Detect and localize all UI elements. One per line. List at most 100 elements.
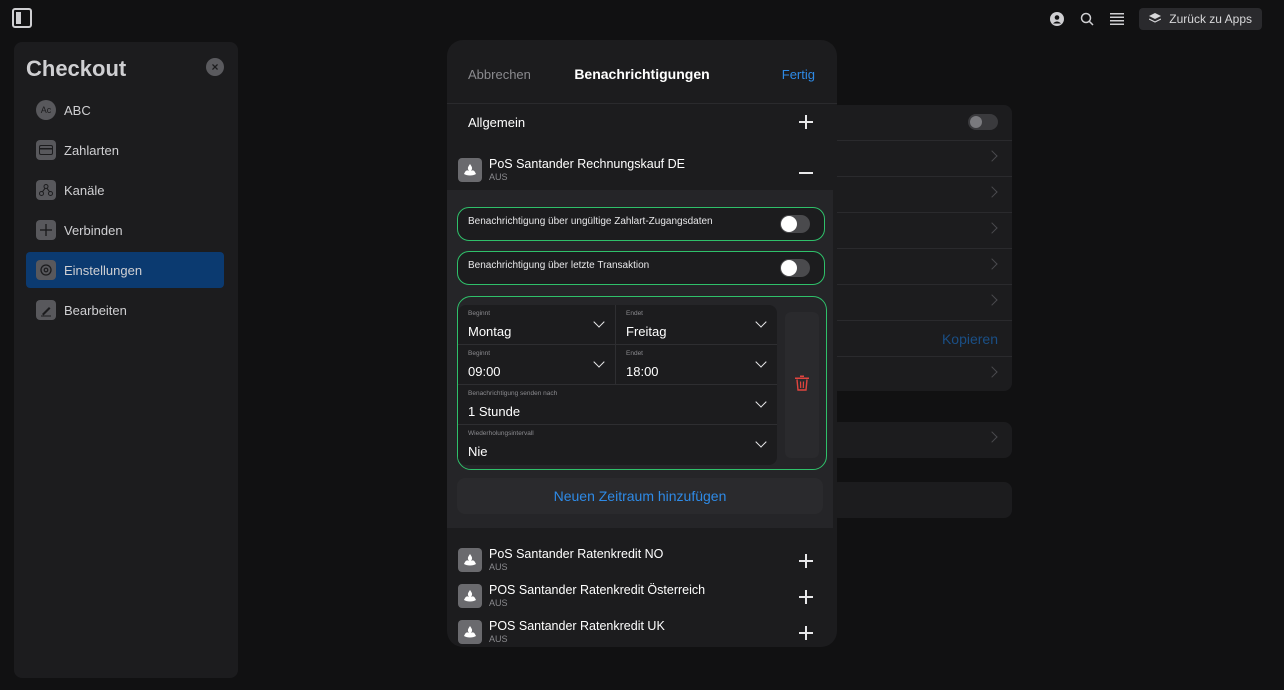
copy-link[interactable]: Kopieren: [942, 331, 998, 347]
sidebar-item-label: Einstellungen: [64, 262, 143, 278]
notification-toggle[interactable]: [780, 215, 810, 233]
notification-label: Benachrichtigung über ungültige Zahlart-…: [468, 216, 713, 227]
payment-method-row[interactable]: POS Santander Ratenkredit UK AUS: [447, 614, 837, 647]
user-icon[interactable]: [1049, 11, 1065, 27]
apps-icon: [1149, 12, 1162, 26]
chevron-right-icon: [986, 222, 998, 234]
delete-period-button[interactable]: [785, 312, 819, 458]
chevron-down-icon: [593, 316, 605, 328]
send-after-select[interactable]: Benachrichtigung senden nach 1 Stunde: [458, 385, 777, 425]
close-icon[interactable]: ×: [206, 58, 224, 76]
chevron-right-icon: [986, 431, 998, 443]
sidebar-item-einstellungen[interactable]: Einstellungen: [26, 252, 224, 288]
sidebar-item-label: Bearbeiten: [64, 302, 127, 318]
end-day-select[interactable]: Endet Freitag: [616, 305, 777, 345]
chevron-right-icon: [986, 258, 998, 270]
field-value: Freitag: [626, 324, 667, 339]
ac-icon: Ac: [36, 100, 56, 120]
schedule-grid: Beginnt Montag Endet Freitag Beginnt 09:…: [458, 305, 777, 465]
sidebar-item-abc[interactable]: Ac ABC: [26, 92, 224, 128]
field-caption: Endet: [626, 350, 643, 357]
payment-method-status: AUS: [489, 172, 508, 182]
edit-icon: [36, 300, 56, 320]
notification-invalid-credentials: Benachrichtigung über ungültige Zahlart-…: [457, 207, 825, 241]
notifications-modal: Abbrechen Benachrichtigungen Fertig Allg…: [447, 40, 837, 647]
plus-icon[interactable]: [799, 626, 813, 640]
sidebar-item-kanaele[interactable]: Kanäle: [26, 172, 224, 208]
end-time-select[interactable]: Endet 18:00: [616, 345, 777, 385]
settings-row[interactable]: [830, 249, 1012, 285]
settings-row[interactable]: [830, 177, 1012, 213]
repeat-interval-select[interactable]: Wiederholungsintervall Nie: [458, 425, 777, 465]
sidebar-toggle-icon[interactable]: [12, 8, 32, 28]
sidebar-title: Checkout: [26, 56, 127, 81]
field-value: 1 Stunde: [468, 404, 521, 419]
notification-last-transaction: Benachrichtigung über letzte Transaktion: [457, 251, 825, 285]
field-value: 09:00: [468, 364, 501, 379]
payment-method-name: POS Santander Ratenkredit Österreich: [489, 583, 706, 597]
minus-icon[interactable]: [799, 172, 813, 174]
chevron-right-icon: [986, 150, 998, 162]
settings-panel: [830, 482, 1012, 518]
settings-row[interactable]: [830, 422, 1012, 458]
sidebar: Checkout × Ac ABC Zahlarten Kanäle Verbi…: [14, 42, 238, 678]
sidebar-item-bearbeiten[interactable]: Bearbeiten: [26, 292, 224, 328]
chevron-down-icon: [755, 316, 767, 328]
payment-method-name: PoS Santander Ratenkredit NO: [489, 547, 664, 561]
notification-toggle[interactable]: [780, 259, 810, 277]
search-icon[interactable]: [1079, 11, 1095, 27]
santander-logo-icon: [458, 620, 482, 644]
start-time-select[interactable]: Beginnt 09:00: [458, 345, 616, 385]
payment-method-status: AUS: [489, 598, 508, 608]
payment-method-row[interactable]: PoS Santander Ratenkredit NO AUS: [447, 542, 837, 578]
santander-logo-icon: [458, 584, 482, 608]
sidebar-item-label: Zahlarten: [64, 142, 119, 158]
modal-title: Benachrichtigungen: [574, 66, 710, 82]
field-caption: Endet: [626, 310, 643, 317]
payment-method-name: PoS Santander Rechnungskauf DE: [489, 157, 685, 171]
field-value: 18:00: [626, 364, 659, 379]
expanded-section: Benachrichtigung über ungültige Zahlart-…: [447, 190, 833, 528]
settings-row[interactable]: [830, 285, 1012, 321]
payment-method-status: AUS: [489, 562, 508, 572]
settings-toggle[interactable]: [968, 114, 998, 130]
trash-icon: [795, 375, 809, 396]
sidebar-item-label: Kanäle: [64, 182, 105, 198]
done-button[interactable]: Fertig: [782, 67, 815, 82]
card-icon: [36, 140, 56, 160]
plus-icon[interactable]: [799, 554, 813, 568]
chevron-right-icon: [986, 294, 998, 306]
field-value: Montag: [468, 324, 512, 339]
add-period-button[interactable]: Neuen Zeitraum hinzufügen: [457, 478, 823, 514]
santander-logo-icon: [458, 158, 482, 182]
settings-row[interactable]: [830, 357, 1012, 393]
back-to-apps-button[interactable]: Zurück zu Apps: [1139, 8, 1262, 30]
schedule-block: Beginnt Montag Endet Freitag Beginnt 09:…: [457, 296, 827, 470]
chevron-right-icon: [986, 366, 998, 378]
chevron-down-icon: [755, 356, 767, 368]
settings-row[interactable]: [830, 105, 1012, 141]
start-day-select[interactable]: Beginnt Montag: [458, 305, 616, 345]
plus-icon: [36, 220, 56, 240]
menu-icon[interactable]: [1109, 11, 1125, 27]
top-toolbar: Zurück zu Apps: [1049, 8, 1262, 30]
sidebar-item-zahlarten[interactable]: Zahlarten: [26, 132, 224, 168]
field-value: Nie: [468, 444, 488, 459]
settings-row[interactable]: [830, 141, 1012, 177]
settings-row[interactable]: [830, 213, 1012, 249]
chevron-right-icon: [986, 186, 998, 198]
chevron-down-icon: [755, 436, 767, 448]
field-caption: Beginnt: [468, 350, 491, 357]
plus-icon[interactable]: [799, 115, 813, 129]
general-section-row[interactable]: Allgemein: [447, 104, 837, 140]
field-caption: Benachrichtigung senden nach: [468, 390, 558, 397]
general-label: Allgemein: [468, 115, 526, 130]
chevron-down-icon: [755, 396, 767, 408]
sidebar-item-verbinden[interactable]: Verbinden: [26, 212, 224, 248]
santander-logo-icon: [458, 548, 482, 572]
modal-header: Abbrechen Benachrichtigungen Fertig: [447, 40, 837, 104]
plus-icon[interactable]: [799, 590, 813, 604]
settings-row[interactable]: Kopieren: [830, 321, 1012, 357]
payment-method-row[interactable]: PoS Santander Rechnungskauf DE AUS: [447, 152, 837, 188]
payment-method-row[interactable]: POS Santander Ratenkredit Österreich AUS: [447, 578, 837, 614]
